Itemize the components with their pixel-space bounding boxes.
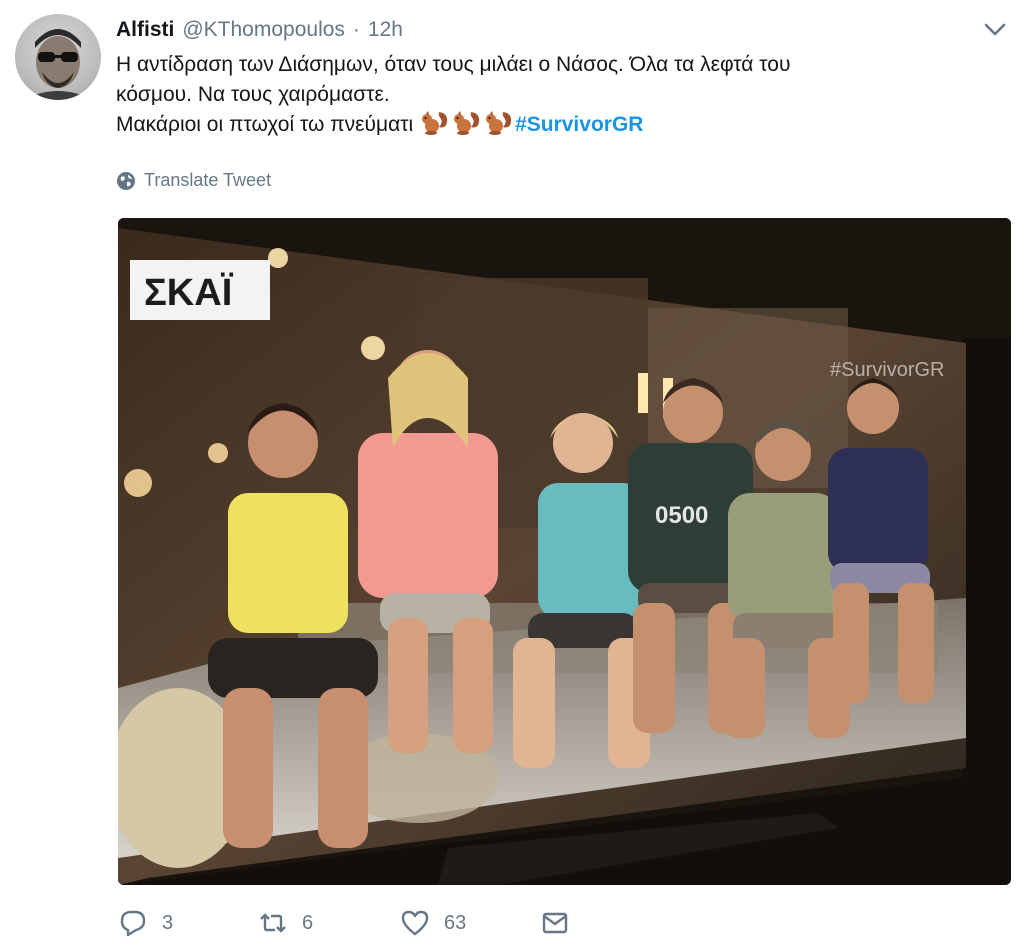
like-button[interactable]: 63 (400, 908, 466, 938)
direct-message-button[interactable] (540, 908, 570, 938)
tweet-header: Alfisti @KThomopoulos · 12h (116, 16, 403, 44)
squirrel-icon (486, 111, 512, 135)
retweet-count: 6 (302, 911, 314, 934)
screen-hashtag: #SurvivorGR (830, 359, 944, 381)
tweet-text-line-3-text: Μακάριοι οι πτωχοί τω πνεύματι (116, 113, 414, 136)
like-count: 63 (444, 911, 467, 934)
tweet-text-line-2: κόσμου. Να τους χαιρόμαστε. (116, 83, 390, 106)
squirrel-icon (422, 111, 448, 135)
tweet-photo[interactable]: 0500 ΣΚΑΪ #SurvivorGR (118, 218, 1011, 885)
translate-label: Translate Tweet (144, 170, 272, 190)
channel-logo: ΣΚΑΪ (130, 260, 270, 320)
tweet-text-line-1: Η αντίδραση των Διάσημων, όταν τους μιλά… (116, 53, 791, 76)
chevron-down-icon[interactable] (984, 22, 1006, 38)
reply-icon (120, 910, 146, 937)
translate-tweet-link[interactable]: Translate Tweet (116, 170, 271, 191)
retweet-button[interactable]: 6 (258, 908, 313, 938)
reply-button[interactable]: 3 (118, 908, 173, 938)
envelope-icon (542, 912, 568, 934)
shirt-number: 0500 (655, 502, 708, 529)
reply-count: 3 (162, 911, 174, 934)
tweet: Alfisti @KThomopoulos · 12h Η αντίδραση … (0, 0, 1024, 950)
tweet-text-line-3: Μακάριοι οι πτωχοί τω πνεύματι #Survivor… (116, 110, 976, 140)
heart-icon (401, 910, 429, 936)
hashtag-link[interactable]: #SurvivorGR (515, 113, 643, 136)
separator-dot: · (352, 18, 360, 41)
squirrel-icon (454, 111, 480, 135)
tweet-actions: 3 6 63 (118, 908, 718, 942)
avatar[interactable] (15, 14, 101, 100)
timestamp[interactable]: 12h (368, 16, 403, 44)
retweet-icon (260, 913, 286, 933)
tweet-text: Η αντίδραση των Διάσημων, όταν τους μιλά… (116, 50, 976, 140)
channel-logo-text: ΣΚΑΪ (144, 271, 234, 314)
globe-icon (117, 171, 135, 190)
user-handle[interactable]: @KThomopoulos (182, 16, 345, 44)
display-name[interactable]: Alfisti (116, 16, 174, 44)
